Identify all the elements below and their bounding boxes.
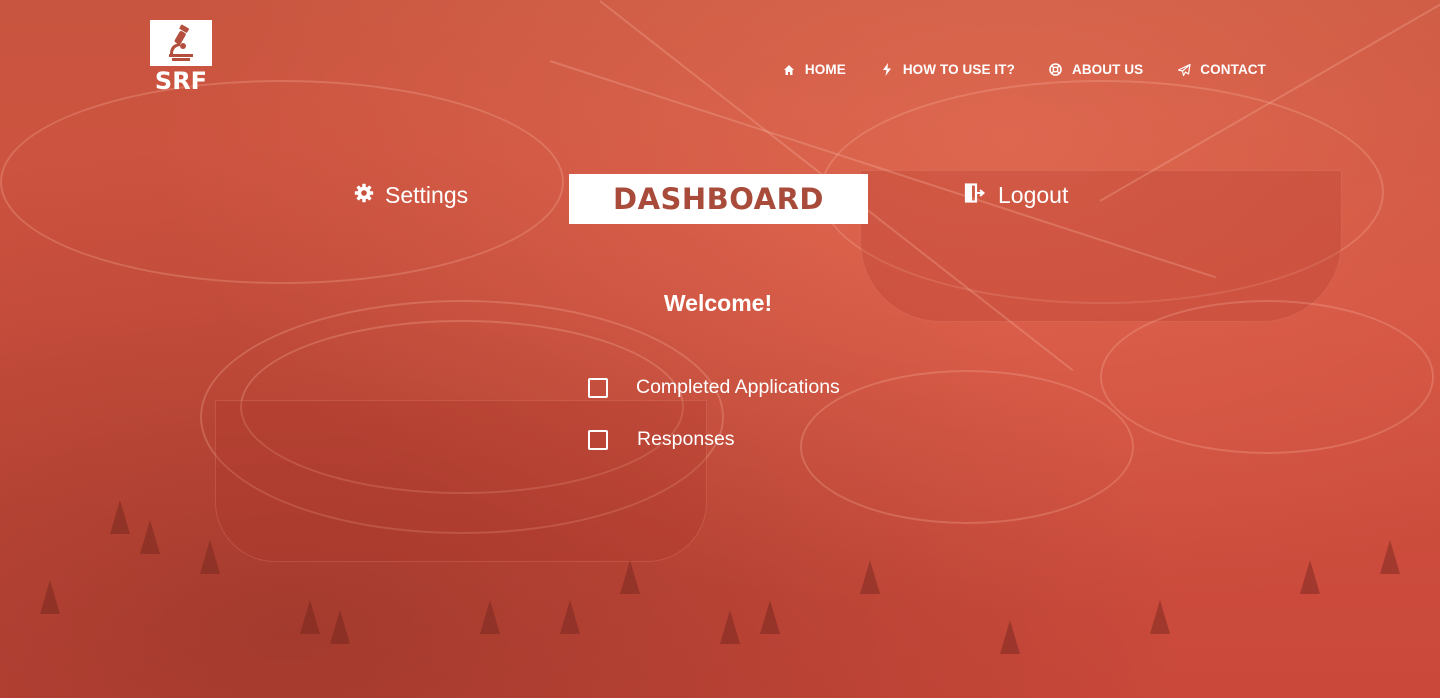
bolt-icon [880, 63, 894, 77]
microscope-icon [169, 24, 193, 61]
tab-settings-label: Settings [385, 182, 469, 208]
completed-applications-checkbox[interactable] [588, 377, 608, 398]
logo-badge [150, 20, 212, 66]
gear-icon [354, 182, 374, 209]
logo-text: SRF [154, 67, 208, 95]
responses-checkbox[interactable] [588, 429, 608, 450]
main-nav: HOME HOW TO USE IT? ABOUT US CONTACT [782, 62, 1266, 77]
nav-how-to-use-label: HOW TO USE IT? [902, 62, 1015, 77]
welcome-heading: Welcome! [663, 290, 773, 316]
paper-plane-icon [1177, 63, 1191, 77]
background-image [0, 0, 1440, 698]
nav-how-to-use[interactable]: HOW TO USE IT? [880, 62, 1015, 77]
tab-settings[interactable]: Settings [354, 182, 468, 209]
completed-applications-label: Completed Applications [636, 376, 840, 398]
site-logo[interactable]: SRF [150, 20, 212, 96]
nav-about-us-label: ABOUT US [1071, 62, 1144, 77]
lifebuoy-icon [1049, 63, 1063, 77]
nav-home[interactable]: HOME [782, 62, 846, 77]
nav-contact[interactable]: CONTACT [1177, 62, 1266, 77]
tab-dashboard[interactable]: DASHBOARD [569, 174, 868, 224]
responses-label: Responses [637, 428, 735, 450]
option-responses[interactable]: Responses [588, 428, 735, 451]
dashboard-tab-bar: Settings DASHBOARD Logout [0, 174, 1440, 224]
home-icon [782, 63, 796, 77]
nav-about-us[interactable]: ABOUT US [1049, 62, 1143, 77]
tab-logout[interactable]: Logout [964, 182, 1068, 209]
nav-contact-label: CONTACT [1200, 62, 1266, 77]
tab-dashboard-label: DASHBOARD [613, 182, 824, 216]
exit-icon [964, 182, 986, 209]
tab-logout-label: Logout [998, 182, 1069, 208]
nav-home-label: HOME [804, 62, 846, 77]
option-completed-applications[interactable]: Completed Applications [588, 376, 840, 399]
